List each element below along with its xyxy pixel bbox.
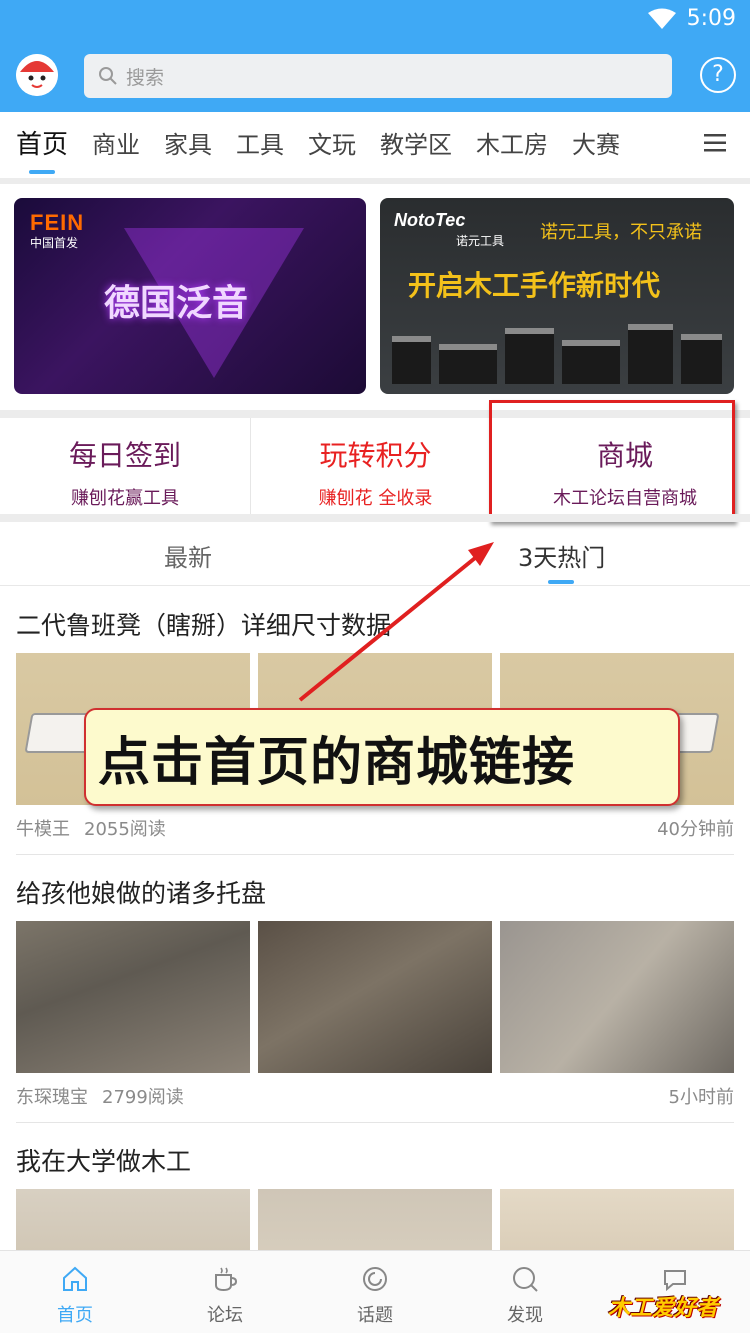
post-image[interactable] xyxy=(500,921,734,1073)
quick-link-checkin[interactable]: 每日签到 赚刨花赢工具 xyxy=(0,418,250,514)
tab-contest[interactable]: 大赛 xyxy=(560,112,632,178)
home-icon xyxy=(63,1266,87,1291)
feed-tabs: 最新 3天热门 xyxy=(0,522,750,586)
tab-teaching[interactable]: 教学区 xyxy=(368,112,464,178)
category-tabs: 首页 商业 家具 工具 文玩 教学区 木工房 大赛 xyxy=(0,112,750,178)
status-bar: 5:09 xyxy=(647,6,736,31)
post-author[interactable]: 东琛瑰宝 xyxy=(16,1087,88,1108)
search-icon xyxy=(99,67,117,85)
discover-icon xyxy=(513,1267,538,1292)
tab-home[interactable]: 首页 xyxy=(0,112,80,178)
post-reads: 2799阅读 xyxy=(102,1087,184,1108)
tab-tools[interactable]: 工具 xyxy=(224,112,296,178)
tab-business[interactable]: 商业 xyxy=(80,112,152,178)
quick-link-title: 玩转积分 xyxy=(319,439,432,472)
divider xyxy=(0,178,750,184)
bottom-nav-label: 首页 xyxy=(57,1305,93,1326)
post-image[interactable] xyxy=(258,921,492,1073)
divider xyxy=(0,514,750,522)
bottom-nav-home[interactable]: 首页 xyxy=(0,1251,150,1333)
tab-workshop[interactable]: 木工房 xyxy=(464,112,560,178)
post-title[interactable]: 我在大学做木工 xyxy=(16,1142,191,1178)
annotation-highlight-box xyxy=(489,400,735,522)
quick-link-title: 每日签到 xyxy=(68,439,181,472)
search-placeholder: 搜索 xyxy=(126,66,165,89)
post-title[interactable]: 给孩他娘做的诸多托盘 xyxy=(16,874,266,910)
post-meta: 牛模王 2055阅读 xyxy=(16,815,166,841)
nototec-logo: NotoTec xyxy=(394,210,466,230)
snowman-avatar-icon xyxy=(16,54,58,96)
post-title[interactable]: 二代鲁班凳（瞎掰）详细尺寸数据 xyxy=(16,606,391,642)
callout-text: 点击首页的商城链接 xyxy=(98,732,576,793)
banner-fein[interactable]: FEIN 中国首发 德国泛音 xyxy=(14,198,366,394)
post-image[interactable] xyxy=(16,921,250,1073)
quick-link-subtitle: 赚刨花 全收录 xyxy=(318,488,433,509)
banner-subtitle: 中国首发 xyxy=(30,236,79,250)
bottom-nav-label: 话题 xyxy=(357,1305,393,1326)
top-bar: 5:09 搜索 ? xyxy=(0,0,750,112)
avatar[interactable] xyxy=(16,54,58,96)
nototec-logo-cn: 诺元工具 xyxy=(456,234,505,248)
banner-slogan: 诺元工具，不只承诺 xyxy=(540,222,702,243)
chat-icon xyxy=(664,1270,686,1292)
status-time: 5:09 xyxy=(686,6,736,31)
post-time: 40分钟前 xyxy=(657,819,734,840)
tab-latest[interactable]: 最新 xyxy=(164,538,212,573)
fein-logo: FEIN xyxy=(30,210,85,235)
banner-title: 开启木工手作新时代 xyxy=(408,269,661,302)
divider xyxy=(16,1122,734,1123)
bottom-nav-label: 发现 xyxy=(507,1305,543,1326)
banner-title: 德国泛音 xyxy=(104,283,249,324)
post-reads: 2055阅读 xyxy=(84,819,166,840)
bottom-nav-discover[interactable]: 发现 xyxy=(450,1251,600,1333)
quick-link-subtitle: 赚刨花赢工具 xyxy=(71,488,179,509)
watermark-logo: 木工爱好者 xyxy=(608,1296,719,1321)
topic-icon xyxy=(363,1267,387,1291)
bottom-nav-forum[interactable]: 论坛 xyxy=(150,1251,300,1333)
machines-image xyxy=(392,314,722,384)
coffee-cup-icon xyxy=(215,1267,238,1292)
tab-furniture[interactable]: 家具 xyxy=(152,112,224,178)
post-meta: 东琛瑰宝 2799阅读 xyxy=(16,1083,184,1109)
help-icon[interactable]: ? xyxy=(700,57,736,93)
post-author[interactable]: 牛模王 xyxy=(16,819,70,840)
menu-icon[interactable] xyxy=(704,134,726,152)
wifi-icon xyxy=(647,8,676,29)
tab-collectibles[interactable]: 文玩 xyxy=(296,112,368,178)
post-time: 5小时前 xyxy=(668,1087,734,1108)
post-thumbnails xyxy=(16,921,734,1073)
tab-hot-3days[interactable]: 3天热门 xyxy=(518,538,605,573)
annotation-callout: 点击首页的商城链接 xyxy=(84,708,680,806)
banner-nototec[interactable]: NotoTec 诺元工具 诺元工具，不只承诺 开启木工手作新时代 xyxy=(380,198,734,394)
bottom-nav-topics[interactable]: 话题 xyxy=(300,1251,450,1333)
bottom-nav-label: 论坛 xyxy=(207,1305,243,1326)
active-tab-indicator xyxy=(548,580,574,584)
quick-link-points[interactable]: 玩转积分 赚刨花 全收录 xyxy=(250,418,500,514)
divider xyxy=(16,854,734,855)
search-input[interactable]: 搜索 xyxy=(84,54,672,98)
